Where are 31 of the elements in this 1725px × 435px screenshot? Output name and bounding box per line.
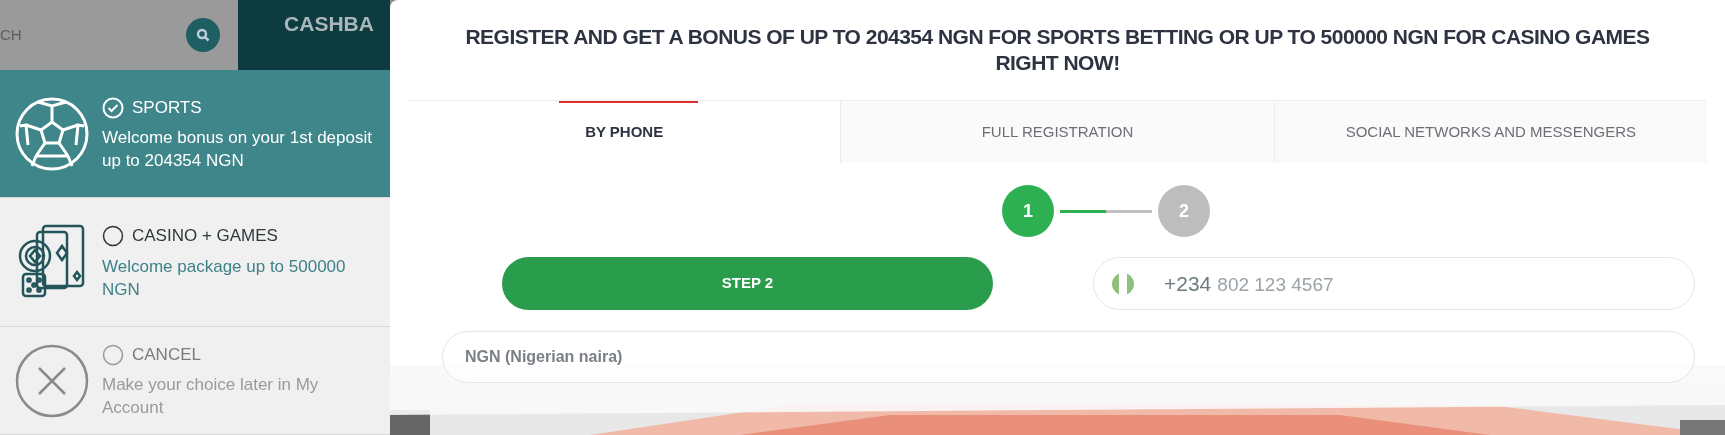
banner-title: CASHBA	[283, 11, 374, 37]
bonus-option[interactable]: CASINO + GAMES Welcome package up to 500000 NGN	[0, 198, 390, 327]
step-2-button[interactable]: STEP 2	[502, 257, 993, 310]
option-description: Welcome bonus on your 1st deposit up to 204354 NGN	[102, 127, 372, 173]
option-description: Make your choice later in My Account	[102, 374, 320, 420]
checked-radio-icon[interactable]	[102, 96, 124, 119]
bonus-option[interactable]: CANCEL Make your choice later in My Account	[0, 327, 390, 435]
cards-chip-dice-icon	[17, 224, 87, 300]
modal-title: REGISTER AND GET A BONUS OF UP TO 204354 NGN FOR SPORTS BETTING OR UP TO 500000 NGN FOR CASINO GAMES RIGHT NOW!	[464, 24, 1651, 76]
currency-field[interactable]: NGN (Nigerian naira)	[442, 331, 1695, 383]
soccer-ball-icon	[14, 95, 90, 172]
step-indicator: 1	[1002, 185, 1054, 237]
bonus-option[interactable]: SPORTS Welcome bonus on your 1st deposit up to 204354 NGN	[0, 70, 390, 198]
step-indicator: 2	[1158, 185, 1210, 237]
country-code: +234	[1164, 270, 1212, 297]
registration-tab[interactable]: FULL REGISTRATION	[840, 101, 1274, 163]
radio-icon[interactable]	[102, 343, 124, 366]
radio-icon[interactable]	[102, 225, 124, 247]
option-title: CASINO + GAMES	[132, 225, 278, 248]
registration-tab[interactable]: SOCIAL NETWORKS AND MESSENGERS	[1273, 101, 1707, 163]
phone-number-input[interactable]: 802 123 4567	[1217, 270, 1518, 300]
search-button[interactable]	[186, 18, 220, 52]
currency-value: NGN (Nigerian naira)	[465, 347, 623, 367]
flag-icon	[1112, 272, 1134, 295]
option-title: CANCEL	[132, 343, 201, 366]
phone-field[interactable]: +234 802 123 4567	[1093, 257, 1695, 310]
option-title: SPORTS	[132, 96, 202, 119]
search-field[interactable]: CH	[0, 23, 120, 47]
close-icon	[14, 342, 90, 419]
option-description: Welcome package up to 500000 NGN	[102, 255, 347, 301]
search-icon	[196, 28, 210, 42]
